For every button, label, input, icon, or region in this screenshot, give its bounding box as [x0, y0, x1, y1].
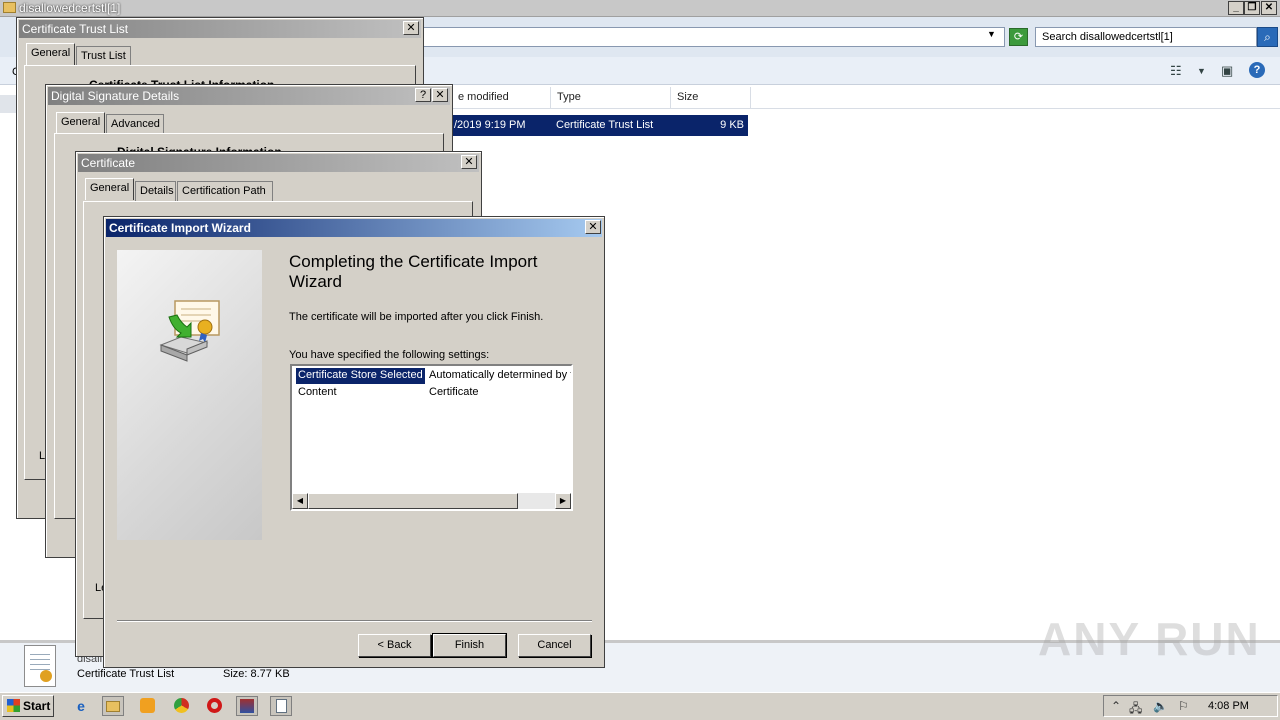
file-size: 9 KB [720, 119, 744, 131]
opera-icon[interactable] [203, 696, 225, 716]
scroll-right-icon[interactable]: ▶ [555, 493, 571, 509]
certificate-taskbar-icon[interactable] [270, 696, 292, 716]
column-size[interactable]: Size [671, 87, 751, 109]
folder-icon [3, 2, 16, 13]
wizard-separator [117, 620, 592, 622]
tab-advanced[interactable]: Advanced [106, 114, 164, 134]
setting-key[interactable]: Certificate Store Selected [296, 368, 425, 384]
search-input[interactable]: Search disallowedcertstl[1] [1035, 27, 1257, 47]
tab-certification-path[interactable]: Certification Path [177, 181, 273, 201]
details-size: Size: 8.77 KB [223, 668, 290, 680]
file-type: Certificate Trust List [556, 119, 654, 131]
certificate-file-icon [24, 645, 56, 687]
explorer-title-bar: disallowedcertstl[1] [0, 0, 1280, 17]
close-icon[interactable]: ✕ [585, 220, 601, 234]
clock[interactable]: 4:08 PM [1208, 700, 1249, 712]
wizard-heading: Completing the Certificate Import Wizard [289, 252, 538, 291]
close-button[interactable]: ✕ [1261, 1, 1277, 15]
chevron-down-icon[interactable]: ▼ [1197, 66, 1206, 76]
show-hidden-icons-icon[interactable]: ⌃ [1111, 699, 1121, 713]
chrome-icon[interactable] [170, 696, 192, 716]
wizard-intro: The certificate will be imported after y… [289, 311, 544, 323]
nav-pane-item[interactable] [0, 95, 16, 113]
help-button[interactable]: ? [415, 88, 431, 102]
close-icon[interactable]: ✕ [432, 88, 448, 102]
restore-button[interactable]: ❐ [1244, 1, 1260, 15]
action-center-flag-icon[interactable]: ⚐ [1178, 699, 1189, 713]
close-icon[interactable]: ✕ [403, 21, 419, 35]
cancel-button[interactable]: Cancel [518, 634, 591, 657]
back-button[interactable]: < Back [358, 634, 431, 657]
certificate-dialog-title: Certificate [78, 154, 479, 172]
setting-value[interactable]: Certificate [427, 385, 481, 401]
media-player-icon[interactable] [136, 696, 158, 716]
network-icon[interactable]: 🖧 [1129, 699, 1142, 720]
explorer-title: disallowedcertstl[1] [19, 1, 121, 15]
help-icon[interactable]: ? [1249, 62, 1265, 78]
finish-button[interactable]: Finish [432, 633, 507, 658]
refresh-icon[interactable]: ⟳ [1009, 28, 1028, 46]
close-icon[interactable]: ✕ [461, 155, 477, 169]
settings-label: You have specified the following setting… [289, 349, 490, 361]
tab-general[interactable]: General [85, 178, 134, 200]
setting-key[interactable]: Content [296, 385, 339, 401]
winrar-icon[interactable] [236, 696, 258, 716]
volume-icon[interactable]: 🔈 [1153, 699, 1168, 713]
wizard-banner [117, 250, 262, 540]
tab-general[interactable]: General [26, 43, 75, 65]
file-date: /2019 9:19 PM [454, 119, 526, 131]
tab-details[interactable]: Details [135, 181, 176, 201]
minimize-button[interactable]: _ [1228, 1, 1244, 15]
column-date-modified[interactable]: e modified [452, 87, 551, 109]
watermark: ANY RUN [1038, 613, 1261, 665]
taskbar [0, 692, 1280, 720]
ctl-dialog-title: Certificate Trust List [19, 20, 421, 38]
settings-list[interactable]: Certificate Store Selected Automatically… [290, 364, 573, 511]
wizard-title: Certificate Import Wizard [106, 219, 602, 237]
tab-general[interactable]: General [56, 112, 105, 134]
view-options-icon[interactable]: ☷ [1170, 63, 1182, 79]
setting-value[interactable]: Automatically determined by t [427, 368, 571, 384]
start-button[interactable]: Start [2, 695, 54, 717]
explorer-taskbar-icon[interactable] [102, 696, 124, 716]
windows-logo-icon [7, 699, 20, 712]
column-type[interactable]: Type [551, 87, 671, 109]
certificate-import-icon [159, 300, 220, 362]
signature-dialog-title: Digital Signature Details [48, 87, 450, 105]
search-icon[interactable]: ⌕ [1257, 27, 1278, 47]
preview-pane-icon[interactable]: ▣ [1221, 63, 1233, 79]
file-row[interactable]: /2019 9:19 PM Certificate Trust List 9 K… [452, 115, 748, 136]
tab-trust-list[interactable]: Trust List [76, 46, 131, 66]
details-type: Certificate Trust List [77, 668, 175, 680]
scroll-thumb[interactable] [308, 493, 518, 509]
chevron-down-icon[interactable]: ▼ [987, 29, 996, 39]
internet-explorer-icon[interactable]: e [70, 696, 92, 716]
scroll-left-icon[interactable]: ◀ [292, 493, 308, 509]
horizontal-scrollbar[interactable]: ◀ ▶ [292, 493, 571, 509]
address-field[interactable] [420, 27, 1005, 47]
